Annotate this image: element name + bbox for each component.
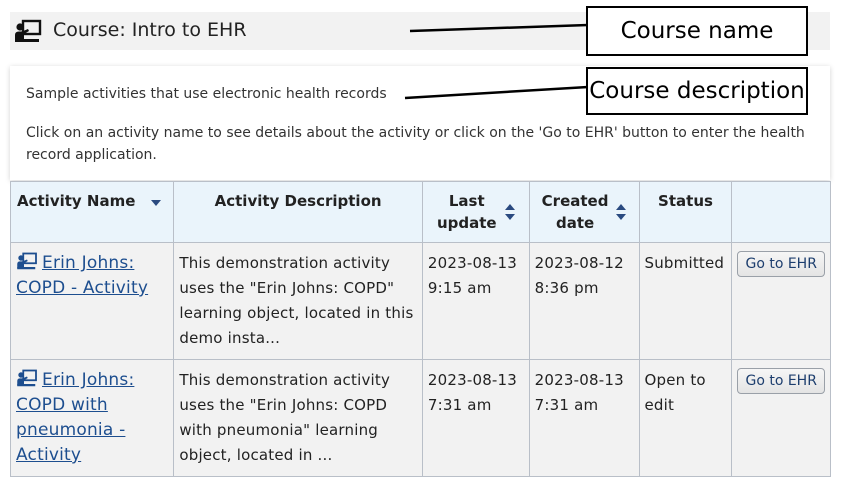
column-header-label: Activity Description xyxy=(214,192,382,210)
created-time: 8:36 pm xyxy=(534,279,599,297)
activity-description-cell: This demonstration activity uses the "Er… xyxy=(173,359,423,477)
created-date-cell: 2023-08-13 7:31 am xyxy=(528,359,640,477)
course-instructions: Click on an activity name to see details… xyxy=(26,125,805,163)
table-header-row: Activity Name Activity Description Last … xyxy=(9,181,831,243)
activity-presentation-icon xyxy=(17,369,37,387)
sort-descending-icon[interactable] xyxy=(151,200,162,207)
column-header-label: Activity Name xyxy=(17,192,136,210)
course-presentation-icon xyxy=(15,19,42,42)
activity-description-cell: This demonstration activity uses the "Er… xyxy=(173,242,423,360)
column-header-activity-description: Activity Description xyxy=(173,181,423,243)
go-to-ehr-button[interactable]: Go to EHR xyxy=(737,251,825,277)
column-header-last-update[interactable]: Last update xyxy=(421,181,530,243)
callout-course-name: Course name xyxy=(586,6,808,56)
created-date: 2023-08-12 xyxy=(534,254,624,272)
created-time: 7:31 am xyxy=(534,396,599,414)
table-row: Erin Johns: COPD - Activity This demonst… xyxy=(9,242,831,360)
last-update-time: 7:31 am xyxy=(427,396,492,414)
column-header-label: Created xyxy=(541,192,609,210)
last-update-cell: 2023-08-13 9:15 am xyxy=(421,242,530,360)
activity-name-cell: Erin Johns: COPD - Activity xyxy=(9,242,175,360)
column-header-label: Last xyxy=(448,192,485,210)
actions-cell: Go to EHR xyxy=(731,242,831,360)
column-header-label: update xyxy=(436,214,497,232)
created-date-cell: 2023-08-12 8:36 pm xyxy=(528,242,640,360)
go-to-ehr-button[interactable]: Go to EHR xyxy=(737,368,825,394)
sort-both-icon[interactable] xyxy=(616,204,627,220)
activities-table: Activity Name Activity Description Last … xyxy=(9,181,831,477)
activity-presentation-icon xyxy=(17,252,37,270)
status-cell: Open to edit xyxy=(638,359,733,477)
last-update-cell: 2023-08-13 7:31 am xyxy=(421,359,530,477)
last-update-date: 2023-08-13 xyxy=(427,371,518,389)
column-header-status: Status xyxy=(638,181,733,243)
column-header-label: Status xyxy=(658,192,713,210)
column-header-activity-name[interactable]: Activity Name xyxy=(9,181,175,243)
course-title: Course: Intro to EHR xyxy=(53,19,247,41)
actions-cell: Go to EHR xyxy=(731,359,831,477)
column-header-label: date xyxy=(555,214,595,232)
created-date: 2023-08-13 xyxy=(534,371,624,389)
activity-name-cell: Erin Johns: COPD with pneumonia - Activi… xyxy=(9,359,175,477)
last-update-date: 2023-08-13 xyxy=(427,254,518,272)
column-header-actions xyxy=(731,181,831,243)
table-row: Erin Johns: COPD with pneumonia - Activi… xyxy=(9,359,831,477)
last-update-time: 9:15 am xyxy=(427,279,492,297)
course-description: Sample activities that use electronic he… xyxy=(26,86,387,102)
sort-both-icon[interactable] xyxy=(504,204,515,220)
status-cell: Submitted xyxy=(638,242,733,360)
callout-course-description: Course description xyxy=(586,67,808,115)
column-header-created-date[interactable]: Created date xyxy=(528,181,640,243)
